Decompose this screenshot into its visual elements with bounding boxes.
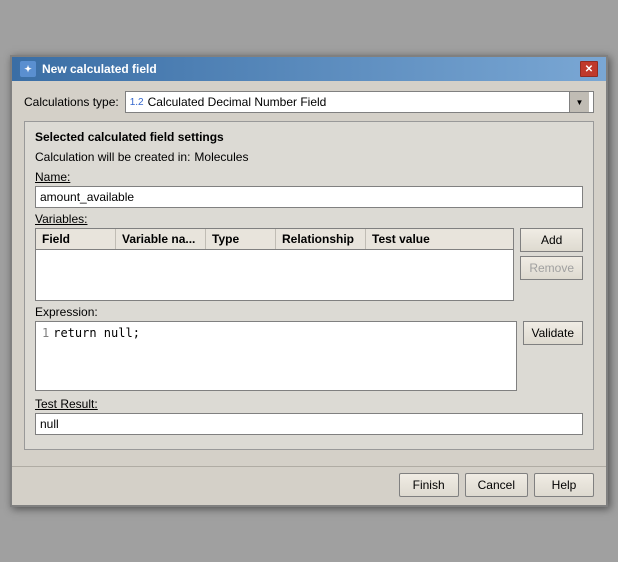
table-buttons: Add Remove [520, 228, 583, 280]
table-body [36, 250, 513, 300]
expression-section: Expression: 1 return null; Validate [35, 305, 583, 391]
close-button[interactable]: ✕ [580, 61, 598, 77]
validate-button[interactable]: Validate [523, 321, 583, 345]
section-title: Selected calculated field settings [35, 130, 583, 144]
calc-type-dropdown-arrow[interactable]: ▼ [569, 92, 589, 112]
name-label-text: Name: [35, 170, 70, 184]
dialog-icon: ✦ [20, 61, 36, 77]
table-header: Field Variable na... Type Relationship T… [36, 229, 513, 250]
line-number: 1 [42, 326, 53, 340]
col-testval: Test value [366, 229, 446, 249]
calc-type-value: Calculated Decimal Number Field [148, 95, 327, 109]
calc-type-select-inner: 1.2 Calculated Decimal Number Field [130, 95, 569, 109]
remove-button[interactable]: Remove [520, 256, 583, 280]
calc-type-icon: 1.2 [130, 97, 144, 108]
variables-label-text: Variables: [35, 212, 87, 226]
col-varname: Variable na... [116, 229, 206, 249]
help-button[interactable]: Help [534, 473, 594, 497]
new-calculated-field-dialog: ✦ New calculated field ✕ Calculations ty… [10, 55, 608, 507]
finish-button[interactable]: Finish [399, 473, 459, 497]
test-result-section: Test Result: [35, 397, 583, 435]
variables-content: Field Variable na... Type Relationship T… [35, 228, 583, 301]
test-result-label: Test Result: [35, 397, 583, 411]
title-bar-left: ✦ New calculated field [20, 61, 157, 77]
name-input[interactable] [35, 186, 583, 208]
title-bar: ✦ New calculated field ✕ [12, 57, 606, 81]
col-type: Type [206, 229, 276, 249]
calc-type-label: Calculations type: [24, 95, 119, 109]
variables-section-wrap: Variables: Field Variable na... Type Rel… [35, 212, 583, 301]
settings-section: Selected calculated field settings Calcu… [24, 121, 594, 450]
name-section: Name: [35, 170, 583, 208]
expression-text: return null; [53, 326, 140, 340]
name-label: Name: [35, 170, 583, 184]
col-relationship: Relationship [276, 229, 366, 249]
add-button[interactable]: Add [520, 228, 583, 252]
calc-type-select[interactable]: 1.2 Calculated Decimal Number Field ▼ [125, 91, 594, 113]
cancel-button[interactable]: Cancel [465, 473, 528, 497]
variables-label: Variables: [35, 212, 583, 226]
expression-label: Expression: [35, 305, 583, 319]
calc-type-row: Calculations type: 1.2 Calculated Decima… [24, 91, 594, 113]
test-result-label-text: Test Result: [35, 397, 98, 411]
creation-row: Calculation will be created in: Molecule… [35, 150, 583, 164]
creation-value: Molecules [194, 150, 248, 164]
creation-label: Calculation will be created in: [35, 150, 190, 164]
test-result-input[interactable] [35, 413, 583, 435]
expression-editor[interactable]: 1 return null; [35, 321, 517, 391]
dialog-footer: Finish Cancel Help [12, 466, 606, 505]
variables-table: Field Variable na... Type Relationship T… [35, 228, 514, 301]
col-field: Field [36, 229, 116, 249]
expression-row: 1 return null; Validate [35, 321, 583, 391]
dialog-body: Calculations type: 1.2 Calculated Decima… [12, 81, 606, 466]
dialog-title: New calculated field [42, 62, 157, 76]
